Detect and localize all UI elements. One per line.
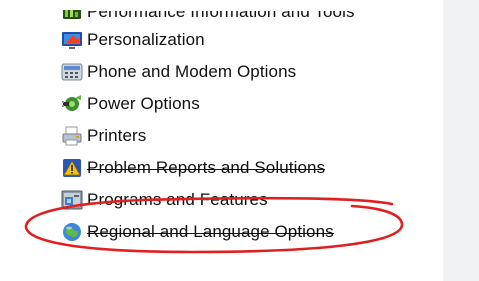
list-item-problem-reports[interactable]: Problem Reports and Solutions <box>61 152 355 184</box>
personalization-icon <box>61 29 83 51</box>
list-item-programs-and-features[interactable]: Programs and Features <box>61 184 355 216</box>
control-panel-list: Performance Information and Tools Person… <box>61 6 355 248</box>
problem-reports-icon <box>61 157 83 179</box>
programs-features-icon <box>61 189 83 211</box>
list-item-performance-information[interactable]: Performance Information and Tools <box>61 0 355 24</box>
item-label: Programs and Features <box>87 190 268 209</box>
item-label: Regional and Language Options <box>87 222 334 241</box>
list-item-regional-and-language[interactable]: Regional and Language Options <box>61 216 355 248</box>
window-edge <box>443 0 479 281</box>
regional-language-icon <box>61 221 83 243</box>
item-label: Performance Information and Tools <box>87 2 355 21</box>
performance-icon <box>61 10 83 23</box>
list-item-printers[interactable]: Printers <box>61 120 355 152</box>
item-label: Printers <box>87 126 147 145</box>
item-label: Phone and Modem Options <box>87 62 297 81</box>
power-options-icon <box>61 93 83 115</box>
phone-modem-icon <box>61 61 83 83</box>
item-label: Problem Reports and Solutions <box>87 158 326 177</box>
list-item-power-options[interactable]: Power Options <box>61 88 355 120</box>
printers-icon <box>61 125 83 147</box>
item-label: Personalization <box>87 30 205 49</box>
list-item-personalization[interactable]: Personalization <box>61 24 355 56</box>
list-item-phone-and-modem[interactable]: Phone and Modem Options <box>61 56 355 88</box>
item-label: Power Options <box>87 94 200 113</box>
